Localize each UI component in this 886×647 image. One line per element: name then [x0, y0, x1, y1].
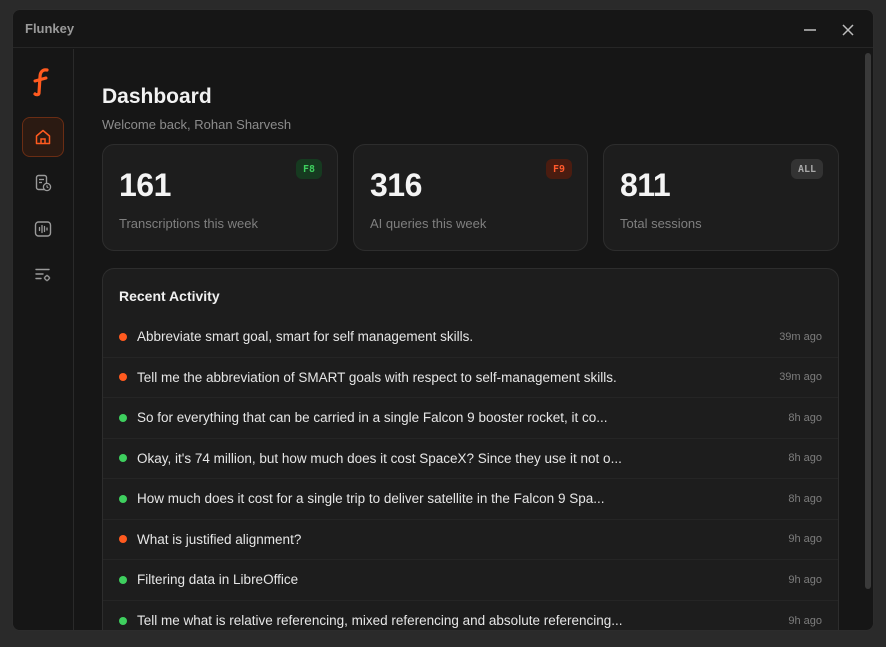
status-dot: [119, 373, 127, 382]
stat-label: Total sessions: [620, 216, 702, 231]
minimize-button[interactable]: [799, 19, 821, 41]
activity-item[interactable]: Okay, it's 74 million, but how much does…: [103, 439, 838, 479]
activity-text: So for everything that can be carried in…: [137, 410, 608, 426]
activity-text: Okay, it's 74 million, but how much does…: [137, 450, 622, 466]
welcome-message: Welcome back, Rohan Sharvesh: [102, 117, 292, 132]
title-bar: Flunkey: [13, 10, 873, 48]
stat-label: Transcriptions this week: [119, 216, 258, 231]
activity-item[interactable]: Abbreviate smart goal, smart for self ma…: [103, 317, 838, 358]
stat-card-ai-queries: 316 AI queries this week F9: [353, 144, 588, 251]
flunkey-logo: [33, 68, 49, 97]
nav-home[interactable]: [22, 117, 64, 157]
recent-activity-panel: Recent Activity Abbreviate smart goal, s…: [102, 268, 839, 631]
activity-time: 9h ago: [788, 614, 822, 627]
activity-time: 8h ago: [788, 492, 822, 505]
stat-value: 316: [370, 167, 422, 203]
status-dot: [119, 575, 127, 584]
activity-time: 39m ago: [779, 371, 822, 384]
activity-item[interactable]: What is justified alignment? 9h ago: [103, 520, 838, 560]
activity-time: 8h ago: [788, 411, 822, 424]
stat-card-total-sessions: 811 Total sessions ALL: [603, 144, 839, 251]
shortcut-badge: F8: [295, 159, 322, 179]
activity-time: 8h ago: [788, 452, 822, 465]
shortcut-badge: ALL: [790, 159, 823, 179]
activity-text: What is justified alignment?: [137, 531, 302, 547]
activity-item[interactable]: Tell me what is relative referencing, mi…: [103, 601, 838, 631]
close-button[interactable]: [837, 19, 859, 41]
activity-list: Abbreviate smart goal, smart for self ma…: [103, 317, 838, 631]
minimize-icon: [804, 29, 816, 31]
status-dot: [119, 494, 127, 503]
stat-value: 161: [119, 167, 171, 203]
stat-card-transcriptions: 161 Transcriptions this week F8: [102, 144, 338, 251]
activity-item[interactable]: So for everything that can be carried in…: [103, 398, 838, 439]
activity-time: 9h ago: [788, 533, 822, 546]
section-title: Recent Activity: [119, 288, 220, 304]
status-dot: [119, 332, 127, 341]
close-icon: [842, 24, 854, 36]
activity-item[interactable]: How much does it cost for a single trip …: [103, 479, 838, 520]
scrollbar[interactable]: [865, 53, 871, 589]
stat-value: 811: [620, 167, 671, 203]
activity-time: 39m ago: [779, 330, 822, 343]
activity-text: Tell me what is relative referencing, mi…: [137, 613, 623, 629]
status-dot: [119, 535, 127, 544]
nav-transcriptions[interactable]: [22, 209, 64, 249]
app-window: Flunkey Dashboard Welcome back, Rohan Sh…: [12, 9, 874, 631]
status-dot: [119, 413, 127, 422]
activity-text: Tell me the abbreviation of SMART goals …: [137, 369, 617, 385]
stat-label: AI queries this week: [370, 216, 487, 231]
activity-text: Filtering data in LibreOffice: [137, 572, 299, 588]
activity-item[interactable]: Tell me the abbreviation of SMART goals …: [103, 358, 838, 398]
activity-text: How much does it cost for a single trip …: [137, 491, 605, 507]
page-title: Dashboard: [102, 85, 212, 108]
settings-list-icon: [35, 268, 51, 282]
window-title: Flunkey: [25, 21, 75, 36]
activity-text: Abbreviate smart goal, smart for self ma…: [137, 329, 474, 345]
sidebar: [13, 49, 74, 630]
main-content: Dashboard Welcome back, Rohan Sharvesh 1…: [75, 49, 873, 630]
shortcut-badge: F9: [545, 159, 572, 179]
home-icon: [35, 129, 51, 145]
status-dot: [119, 616, 127, 625]
activity-item[interactable]: Filtering data in LibreOffice 9h ago: [103, 560, 838, 601]
status-dot: [119, 454, 127, 463]
history-icon: [35, 174, 52, 192]
nav-history[interactable]: [22, 163, 64, 203]
audio-wave-icon: [34, 221, 52, 237]
activity-time: 9h ago: [788, 573, 822, 586]
nav-settings[interactable]: [22, 255, 64, 295]
